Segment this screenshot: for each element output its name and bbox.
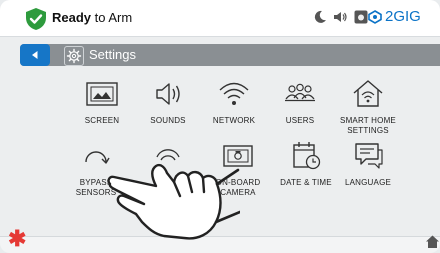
users-icon <box>285 83 315 102</box>
moon-icon[interactable] <box>312 9 328 25</box>
smart-home-icon <box>353 80 383 107</box>
back-arrow-icon <box>32 51 38 59</box>
wifi-icon <box>219 82 249 105</box>
brand-logo: 2GIG <box>368 8 421 25</box>
settings-item-screen[interactable]: SCREEN <box>67 78 137 126</box>
settings-item-label: SMART HOME SETTINGS <box>340 116 396 135</box>
settings-item-smart-home[interactable]: SMART HOME SETTINGS <box>333 78 403 136</box>
settings-item-label: SOUNDS <box>150 116 186 125</box>
settings-item-label: LANGUAGE <box>344 178 392 187</box>
home-icon[interactable] <box>425 234 440 249</box>
status-rest: to Arm <box>91 10 133 25</box>
calendar-clock-icon <box>293 142 321 170</box>
settings-gear-icon <box>64 46 84 66</box>
camera-status-icon[interactable] <box>353 9 369 25</box>
settings-item-network[interactable]: NETWORK <box>199 78 269 126</box>
arm-status[interactable]: Ready to Arm <box>52 10 132 25</box>
brand-mark-icon <box>368 9 382 24</box>
speaker-icon <box>156 83 180 105</box>
pointing-hand-icon <box>107 163 240 240</box>
emergency-asterisk-icon[interactable]: ✱ <box>8 228 26 250</box>
settings-item-label: NETWORK <box>212 116 256 125</box>
back-button[interactable] <box>20 44 50 66</box>
panel-screen: Ready to Arm 2GIG Settings SCREEN SOUNDS… <box>0 0 440 253</box>
settings-item-users[interactable]: USERS <box>265 78 335 126</box>
settings-item-label: SCREEN <box>84 116 120 125</box>
settings-item-label: DATE & TIME <box>280 178 332 187</box>
settings-item-label: USERS <box>285 116 315 125</box>
volume-icon[interactable] <box>332 9 348 25</box>
settings-item-language[interactable]: LANGUAGE <box>333 140 403 188</box>
settings-item-sounds[interactable]: SOUNDS <box>133 78 203 126</box>
settings-item-date-time[interactable]: DATE & TIME <box>271 140 341 188</box>
shield-check-icon <box>26 8 46 30</box>
speech-bubble-icon <box>355 143 383 169</box>
status-bold: Ready <box>52 10 92 25</box>
screen-icon <box>86 82 118 106</box>
brand-name: 2GIG <box>385 8 421 25</box>
page-title: Settings <box>89 47 136 62</box>
